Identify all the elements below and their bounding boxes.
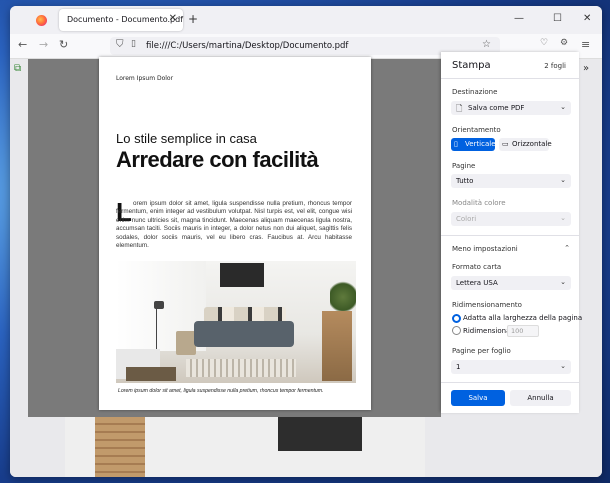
scale-number-input[interactable]: 100 [507,325,539,337]
tab-title: Documento - Documento.pdf [67,15,184,24]
landscape-icon: ▭ [502,140,509,148]
color-mode-select[interactable]: Colori ⌄ [451,212,571,226]
document-title: Arredare con facilità [116,147,319,172]
background-shelf-image [95,411,145,477]
reload-icon[interactable]: ↻ [59,38,68,51]
divider [441,235,579,236]
paper-size-select[interactable]: Lettera USA ⌄ [451,276,571,290]
cancel-button[interactable]: Annulla [510,390,571,406]
chevron-up-icon[interactable]: ⌃ [564,244,570,252]
page-icon: ▯ [131,39,136,49]
orientation-vertical-button[interactable]: ▯ Verticale [451,138,496,151]
less-settings-toggle[interactable]: Meno impostazioni [452,245,518,253]
scale-custom-radio[interactable] [452,326,461,335]
portrait-icon: ▯ [454,140,458,148]
color-mode-label: Modalità colore [452,199,506,207]
chevron-down-icon: ⌄ [560,278,566,286]
print-settings-panel: Stampa 2 fogli Destinazione 🗋 Salva come… [441,52,583,413]
document-body: orem ipsum dolor sit amet, ligula suspen… [116,200,352,250]
divider [441,78,579,79]
pocket-icon[interactable]: ♡ [540,38,548,48]
destination-label: Destinazione [452,88,498,96]
chevron-down-icon: ⌄ [560,214,566,222]
destination-select[interactable]: 🗋 Salva come PDF ⌄ [451,101,571,115]
bookmark-star-icon[interactable]: ☆ [482,39,491,50]
scale-custom-label: Ridimensiona [463,327,511,335]
document-header: Lorem Ipsum Dolor [116,75,174,82]
pages-select[interactable]: Tutto ⌄ [451,174,571,188]
photo-caption: Lorem ipsum dolor sit amet, ligula suspe… [118,388,324,394]
extensions-icon[interactable]: ⚙ [560,38,568,48]
save-button[interactable]: Salva [451,390,505,406]
scale-fit-label: Adatta alla larghezza della pagina [463,314,583,322]
scale-label: Ridimensionamento [452,301,522,309]
scale-fit-radio[interactable] [452,314,461,323]
document-subtitle: Lo stile semplice in casa [116,131,257,146]
document-icon: 🗋 [456,104,463,113]
forward-icon[interactable]: → [39,38,48,51]
shield-icon[interactable]: ⛉ [116,39,124,50]
orientation-horizontal-button[interactable]: ▭ Orizzontale [499,138,552,151]
firefox-icon[interactable] [36,15,47,26]
maximize-icon[interactable]: ☐ [553,13,562,24]
back-icon[interactable]: ← [18,38,27,51]
pages-label: Pagine [452,162,476,170]
living-room-photo [116,261,356,383]
chevron-down-icon: ⌄ [560,103,566,111]
pages-per-sheet-label: Pagine per foglio [452,347,511,355]
tab-bar: Documento - Documento.pdf ✕ + — ☐ ✕ [10,6,602,34]
browser-window: Documento - Documento.pdf ✕ + — ☐ ✕ ← → … [10,6,602,477]
close-tab-icon[interactable]: ✕ [169,13,177,24]
expand-tools-icon[interactable]: » [583,63,589,74]
close-window-icon[interactable]: ✕ [583,13,591,24]
sidebar-toggle-icon[interactable]: ⧉ [14,63,21,74]
print-preview-page: Lorem Ipsum Dolor Lo stile semplice in c… [99,57,371,410]
orientation-label: Orientamento [452,126,501,134]
background-tv-image [278,411,362,451]
new-tab-icon[interactable]: + [188,12,198,26]
paper-size-label: Formato carta [452,263,502,271]
url-text: file:///C:/Users/martina/Desktop/Documen… [146,41,349,51]
chevron-down-icon: ⌄ [560,362,566,370]
chevron-down-icon: ⌄ [560,176,566,184]
minimize-icon[interactable]: — [514,13,524,24]
print-panel-title: Stampa [452,60,491,71]
menu-icon[interactable]: ≡ [581,38,590,51]
pages-per-sheet-select[interactable]: 1 ⌄ [451,360,571,374]
tab-documento[interactable]: Documento - Documento.pdf ✕ [59,9,183,31]
sheet-count: 2 fogli [544,62,566,70]
